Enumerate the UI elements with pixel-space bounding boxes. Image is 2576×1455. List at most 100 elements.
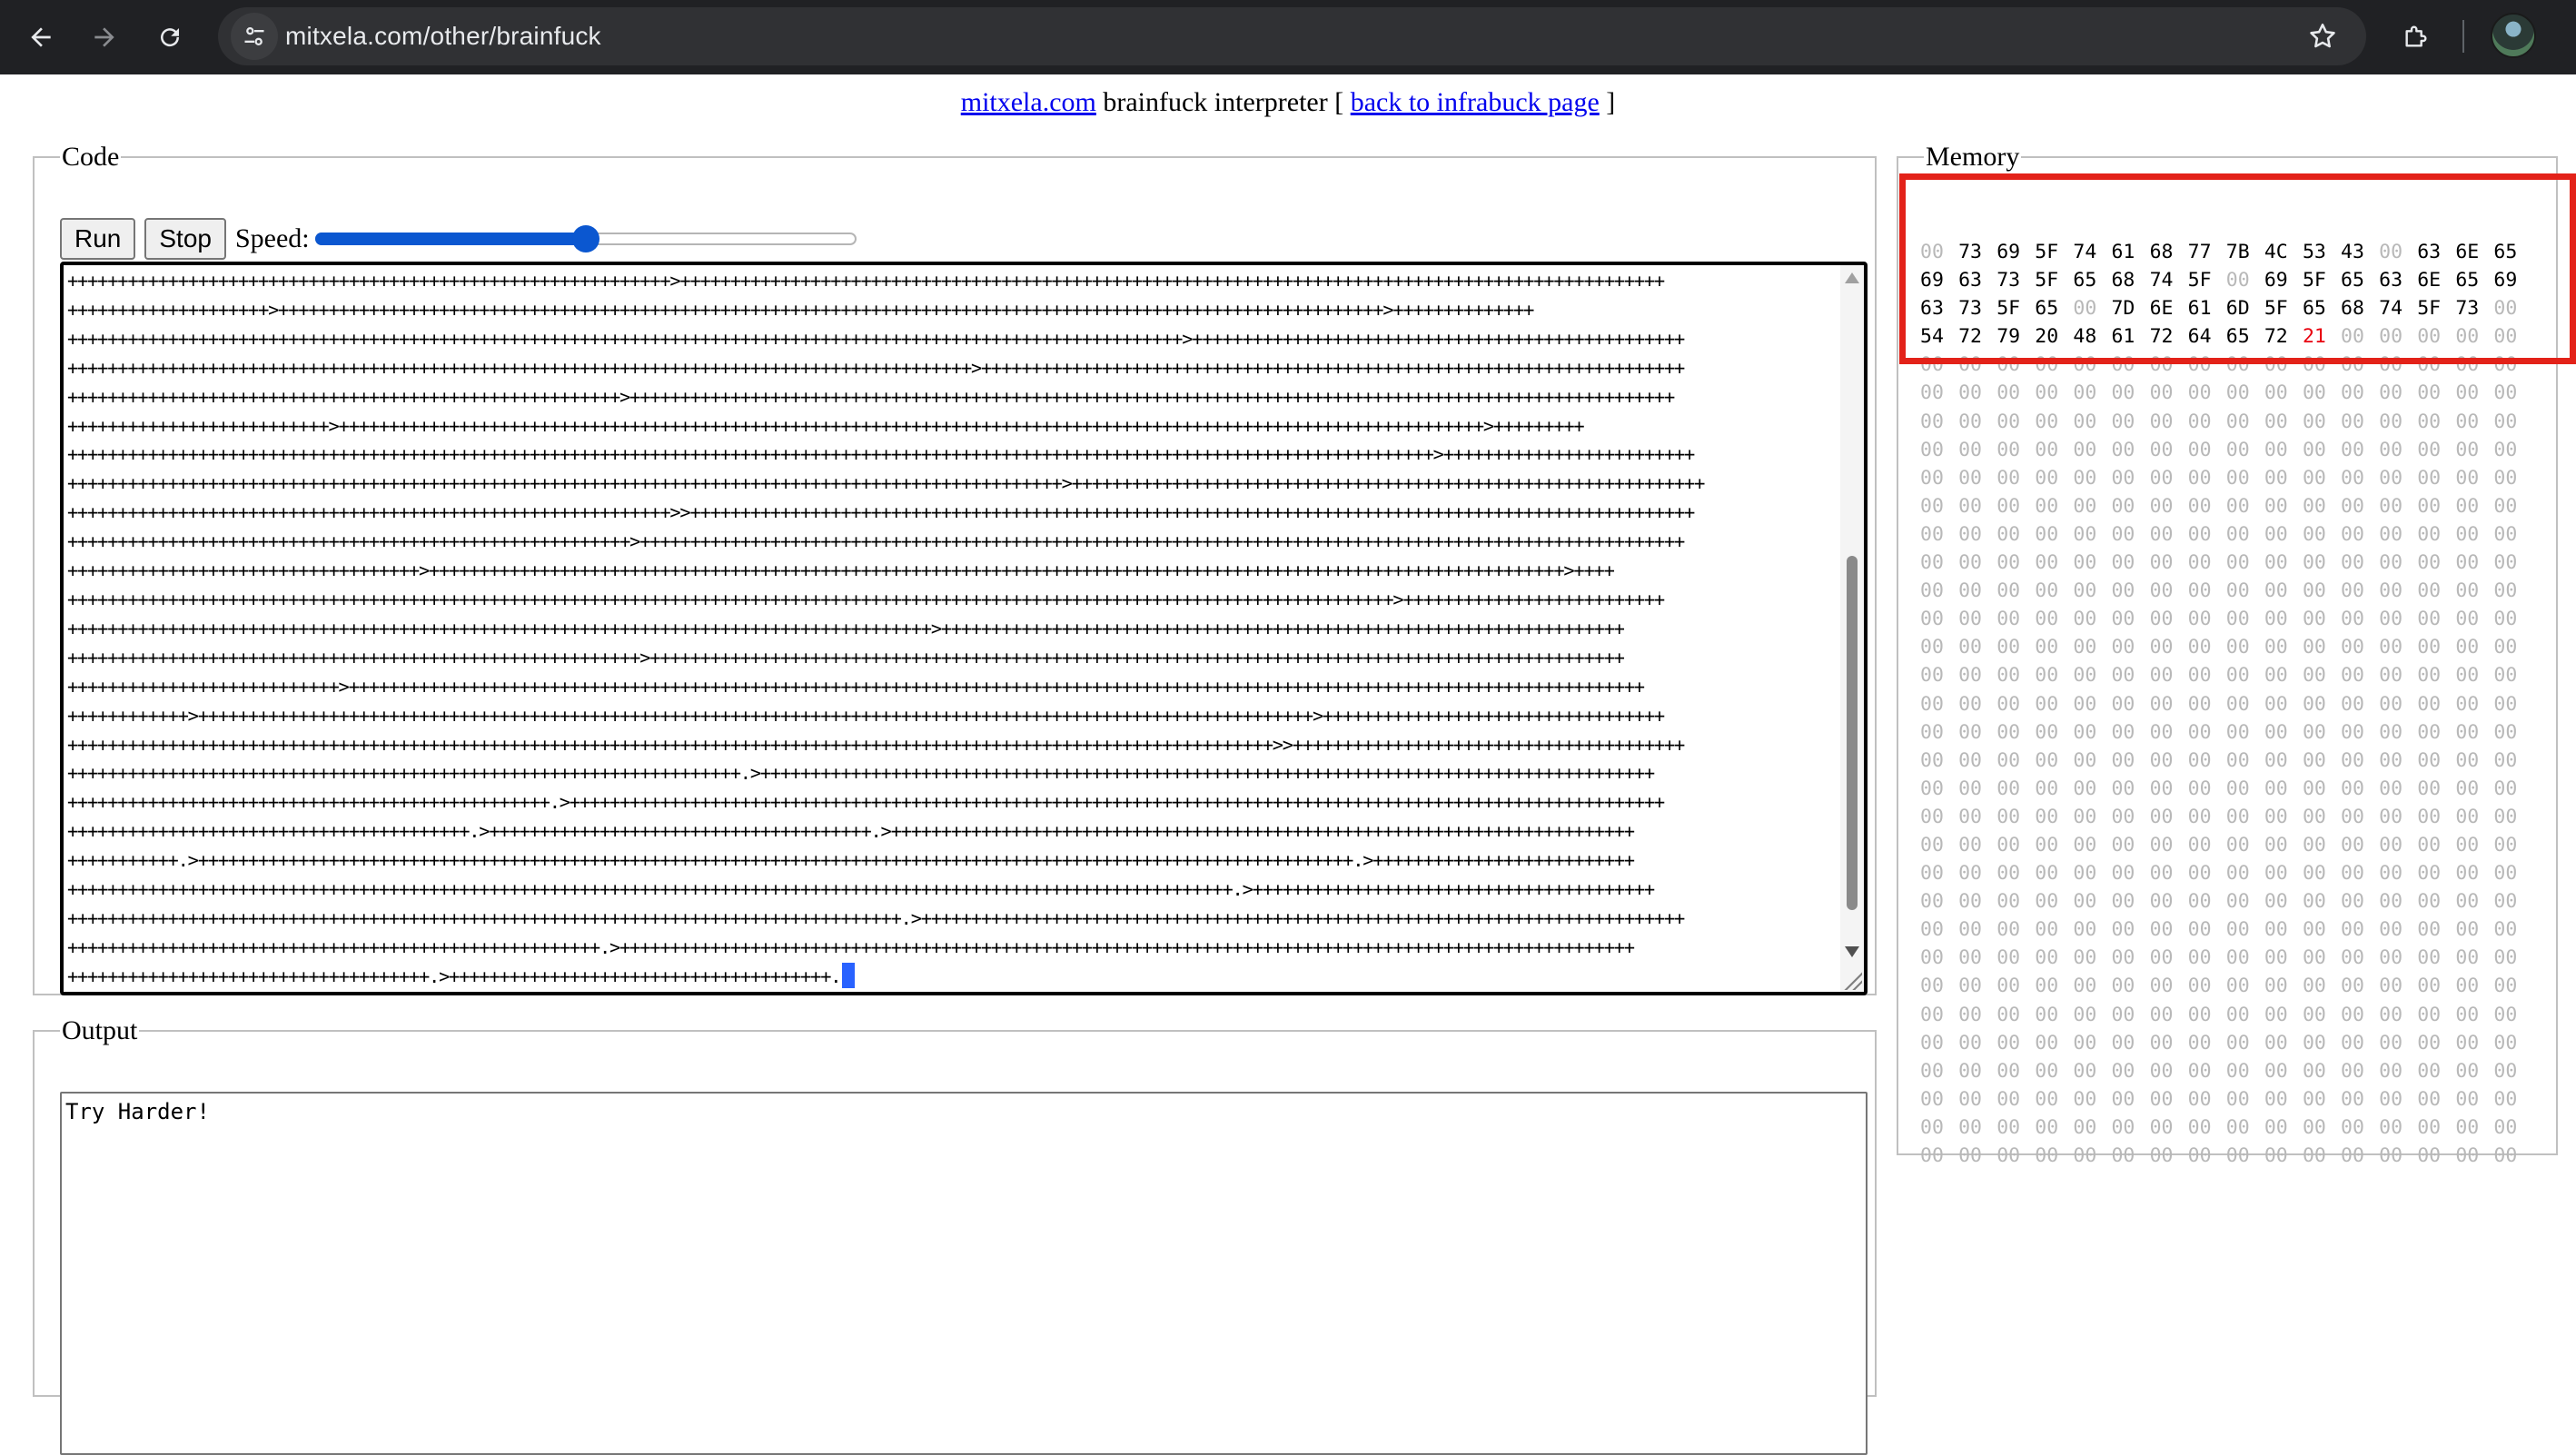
run-button[interactable]: Run xyxy=(60,218,136,260)
memory-cell: 00 xyxy=(2073,1031,2097,1054)
back-button[interactable] xyxy=(15,11,67,64)
memory-cell: 69 xyxy=(1920,269,1944,292)
memory-cell: 00 xyxy=(2455,466,2480,490)
memory-cell: 72 xyxy=(1958,325,1982,349)
scrollbar-thumb[interactable] xyxy=(1847,556,1858,910)
memory-cell: 00 xyxy=(1920,805,1944,828)
memory-cell: 00 xyxy=(2035,1087,2059,1111)
memory-cell: 00 xyxy=(2187,890,2212,914)
memory-cell: 00 xyxy=(2455,551,2480,575)
memory-cell: 00 xyxy=(2187,692,2212,716)
memory-cell: 00 xyxy=(2341,381,2364,405)
memory-cell: 00 xyxy=(2149,692,2174,716)
memory-cell: 61 xyxy=(2111,241,2135,263)
memory-cell: 00 xyxy=(2264,381,2288,405)
site-home-link[interactable]: mitxela.com xyxy=(961,87,1096,117)
memory-cell: 00 xyxy=(1958,608,1982,631)
memory-cell: 00 xyxy=(2341,946,2364,970)
memory-cell: 00 xyxy=(2073,1087,2097,1111)
memory-cell: 00 xyxy=(2302,946,2326,970)
memory-cell: 00 xyxy=(2187,748,2212,772)
memory-cell: 00 xyxy=(2379,1059,2403,1083)
code-line: ++++++++++++++++++++++++++++++++++++++++… xyxy=(67,385,1675,408)
memory-cell: 77 xyxy=(2187,241,2212,263)
memory-cell: 00 xyxy=(2455,381,2480,405)
scroll-up-arrow-icon[interactable] xyxy=(1845,272,1859,283)
memory-cell: 00 xyxy=(2417,1115,2442,1139)
memory-cell: 00 xyxy=(2379,664,2403,688)
memory-cell: 00 xyxy=(2111,805,2135,828)
memory-cell: 00 xyxy=(2302,522,2326,546)
memory-cell: 00 xyxy=(1920,494,1944,518)
memory-cell: 00 xyxy=(2493,1087,2518,1111)
memory-legend: Memory xyxy=(1926,142,2020,172)
code-scrollbar[interactable] xyxy=(1840,265,1864,992)
memory-cell: 00 xyxy=(2035,748,2059,772)
code-text[interactable]: ++++++++++++++++++++++++++++++++++++++++… xyxy=(64,265,1826,992)
memory-cell: 00 xyxy=(2417,720,2442,744)
memory-cell: 00 xyxy=(2379,833,2403,856)
memory-cell: 00 xyxy=(2264,1031,2288,1054)
back-to-infrabuck-link[interactable]: back to infrabuck page xyxy=(1351,87,1600,117)
code-line: ++++++++++++++++++++++++++++++++++++++++… xyxy=(67,935,1635,958)
resize-grip-icon[interactable] xyxy=(1842,970,1862,990)
memory-cell: 00 xyxy=(1920,522,1944,546)
speed-slider-thumb[interactable] xyxy=(571,225,599,252)
scroll-down-arrow-icon[interactable] xyxy=(1845,946,1859,957)
profile-avatar[interactable] xyxy=(2491,13,2536,58)
memory-cell: 00 xyxy=(2035,579,2059,603)
url-text[interactable]: mitxela.com/other/brainfuck xyxy=(285,7,601,65)
reload-button[interactable] xyxy=(144,11,196,64)
memory-cell: 00 xyxy=(2302,833,2326,856)
memory-cell: 00 xyxy=(2073,608,2097,631)
memory-cell: 00 xyxy=(1958,1115,1982,1139)
memory-cell: 00 xyxy=(2264,636,2288,659)
speed-slider[interactable] xyxy=(313,218,858,260)
memory-cell: 00 xyxy=(1920,918,1944,942)
memory-cell: 00 xyxy=(2264,890,2288,914)
code-line: ++++++++++++++++++++++++++++++++++++++++… xyxy=(67,270,1665,292)
output-textarea[interactable]: Try Harder! xyxy=(60,1092,1868,1455)
memory-cell: 00 xyxy=(1996,862,2021,886)
memory-cell: 5F xyxy=(2417,297,2442,321)
memory-cell: 00 xyxy=(2187,946,2212,970)
memory-cell: 00 xyxy=(2264,353,2288,377)
memory-cell: 00 xyxy=(1996,438,2021,461)
memory-cell: 00 xyxy=(2302,862,2326,886)
code-editor[interactable]: ++++++++++++++++++++++++++++++++++++++++… xyxy=(60,262,1868,995)
memory-cell: 00 xyxy=(2417,777,2442,800)
memory-cell: 00 xyxy=(2225,381,2250,405)
memory-cell: 00 xyxy=(2225,918,2250,942)
memory-cell: 00 xyxy=(2455,1087,2480,1111)
extensions-button[interactable] xyxy=(2389,11,2442,64)
memory-cell: 00 xyxy=(2149,777,2174,800)
memory-cell: 00 xyxy=(2417,494,2442,518)
memory-cell: 00 xyxy=(2035,494,2059,518)
memory-cell: 00 xyxy=(2379,325,2403,349)
site-info-button[interactable] xyxy=(231,13,278,60)
memory-cell: 00 xyxy=(2264,748,2288,772)
memory-cell: 00 xyxy=(2225,579,2250,603)
stop-button[interactable]: Stop xyxy=(144,218,226,260)
memory-cell: 00 xyxy=(2493,325,2518,349)
memory-cell: 00 xyxy=(2302,381,2326,405)
memory-cell: 00 xyxy=(2302,777,2326,800)
memory-cell: 00 xyxy=(2073,551,2097,575)
memory-cell: 00 xyxy=(2302,692,2326,716)
memory-cell: 00 xyxy=(2341,494,2364,518)
memory-cell: 00 xyxy=(2111,720,2135,744)
memory-cell: 5F xyxy=(2035,269,2059,292)
forward-button[interactable] xyxy=(78,11,131,64)
memory-cell: 00 xyxy=(2187,636,2212,659)
code-panel: Code Run Stop Speed: +++++++++++++++++++… xyxy=(33,142,1877,995)
memory-cell: 00 xyxy=(2493,381,2518,405)
memory-cell: 00 xyxy=(2149,1144,2174,1167)
memory-cell: 00 xyxy=(1920,720,1944,744)
memory-cell: 00 xyxy=(2187,805,2212,828)
memory-cell: 00 xyxy=(2455,636,2480,659)
bookmark-button[interactable] xyxy=(2299,13,2346,60)
memory-cell: 00 xyxy=(2455,1144,2480,1167)
memory-cell: 00 xyxy=(2264,410,2288,433)
address-bar[interactable]: mitxela.com/other/brainfuck xyxy=(218,7,2366,65)
memory-cell: 00 xyxy=(2111,410,2135,433)
